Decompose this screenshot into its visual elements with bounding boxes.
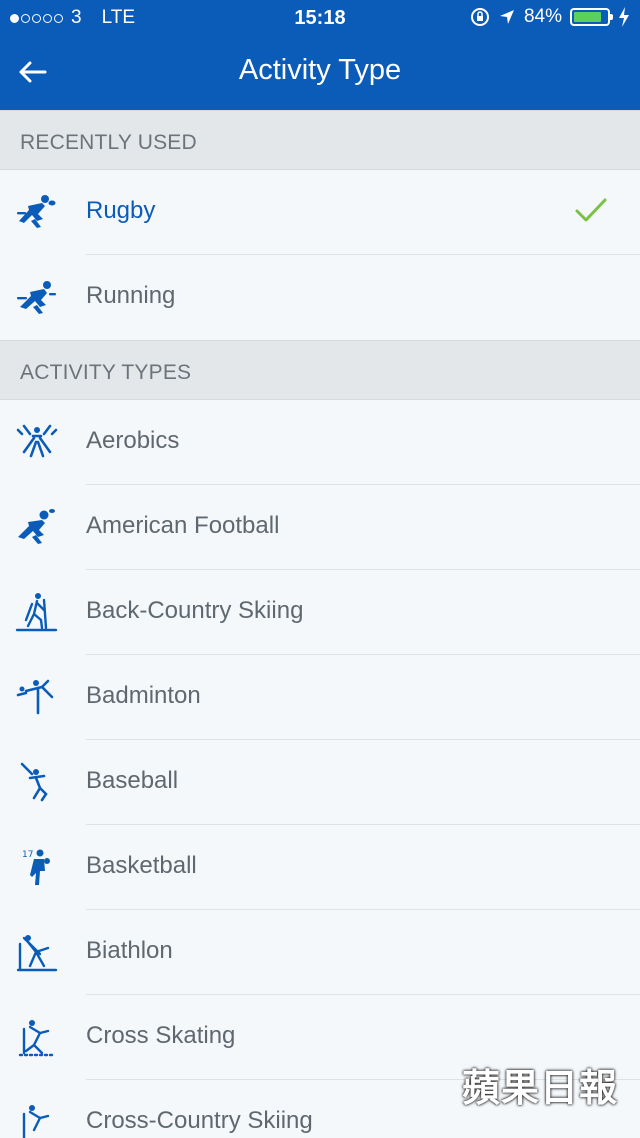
running-icon xyxy=(17,281,56,314)
american-football-icon xyxy=(18,509,55,544)
baseball-icon xyxy=(20,762,48,802)
list-item-running[interactable]: Running xyxy=(0,255,640,340)
checkmark-icon xyxy=(575,198,607,222)
watermark-logo: 蘋果日報 xyxy=(461,1066,618,1110)
list-item-baseball[interactable]: Baseball xyxy=(0,740,640,825)
status-right: 84% xyxy=(470,6,630,28)
aerobics-icon xyxy=(16,424,58,458)
location-arrow-icon xyxy=(499,10,514,24)
cross-skating-icon xyxy=(18,1020,56,1057)
list-item-label: Basketball xyxy=(86,852,197,879)
list-item-basketball[interactable]: 17 Basketball xyxy=(0,825,640,910)
basketball-icon: 17 xyxy=(22,849,50,885)
list-item-aerobics[interactable]: Aerobics xyxy=(0,400,640,485)
list-item-biathlon[interactable]: Biathlon xyxy=(0,910,640,995)
section-header-activity-types: ACTIVITY TYPES xyxy=(0,340,640,400)
app-header: 3 LTE 15:18 84% Activity Type xyxy=(0,0,640,110)
list-item-label: Rugby xyxy=(86,197,156,224)
list-item-label: Cross Skating xyxy=(86,1022,236,1049)
list-item-label: American Football xyxy=(86,512,280,539)
list-item-american-football[interactable]: American Football xyxy=(0,485,640,570)
list-item-back-country-skiing[interactable]: Back-Country Skiing xyxy=(0,570,640,655)
page-title: Activity Type xyxy=(238,54,402,86)
list-item-label: Badminton xyxy=(86,682,201,709)
list-item-label: Running xyxy=(86,282,176,309)
back-button[interactable] xyxy=(10,46,54,98)
battery-icon xyxy=(570,8,613,26)
section-title: ACTIVITY TYPES xyxy=(20,361,192,384)
cross-country-skiing-icon xyxy=(22,1105,50,1138)
back-country-skiing-icon xyxy=(15,593,58,632)
list-item-label: Back-Country Skiing xyxy=(86,597,304,624)
list-item-label: Aerobics xyxy=(86,427,180,454)
list-item-rugby[interactable]: Rugby xyxy=(0,170,640,255)
arrow-left-icon xyxy=(19,61,47,83)
list-item-badminton[interactable]: Badminton xyxy=(0,655,640,740)
status-bar: 3 LTE 15:18 84% xyxy=(0,0,640,36)
section-title: RECENTLY USED xyxy=(20,131,197,154)
list-item-label: Biathlon xyxy=(86,937,173,964)
navigation-bar: Activity Type xyxy=(0,36,640,110)
list-item-label: Baseball xyxy=(86,767,179,794)
charging-bolt-icon xyxy=(619,7,629,27)
svg-text:17: 17 xyxy=(22,850,33,860)
badminton-icon xyxy=(16,679,54,715)
battery-percent: 84% xyxy=(523,6,562,27)
biathlon-icon xyxy=(16,935,58,972)
rugby-icon xyxy=(17,195,56,228)
list-item-label: Cross-Country Skiing xyxy=(86,1107,313,1134)
section-header-recently-used: RECENTLY USED xyxy=(0,110,640,170)
rotation-lock-icon xyxy=(470,8,489,26)
